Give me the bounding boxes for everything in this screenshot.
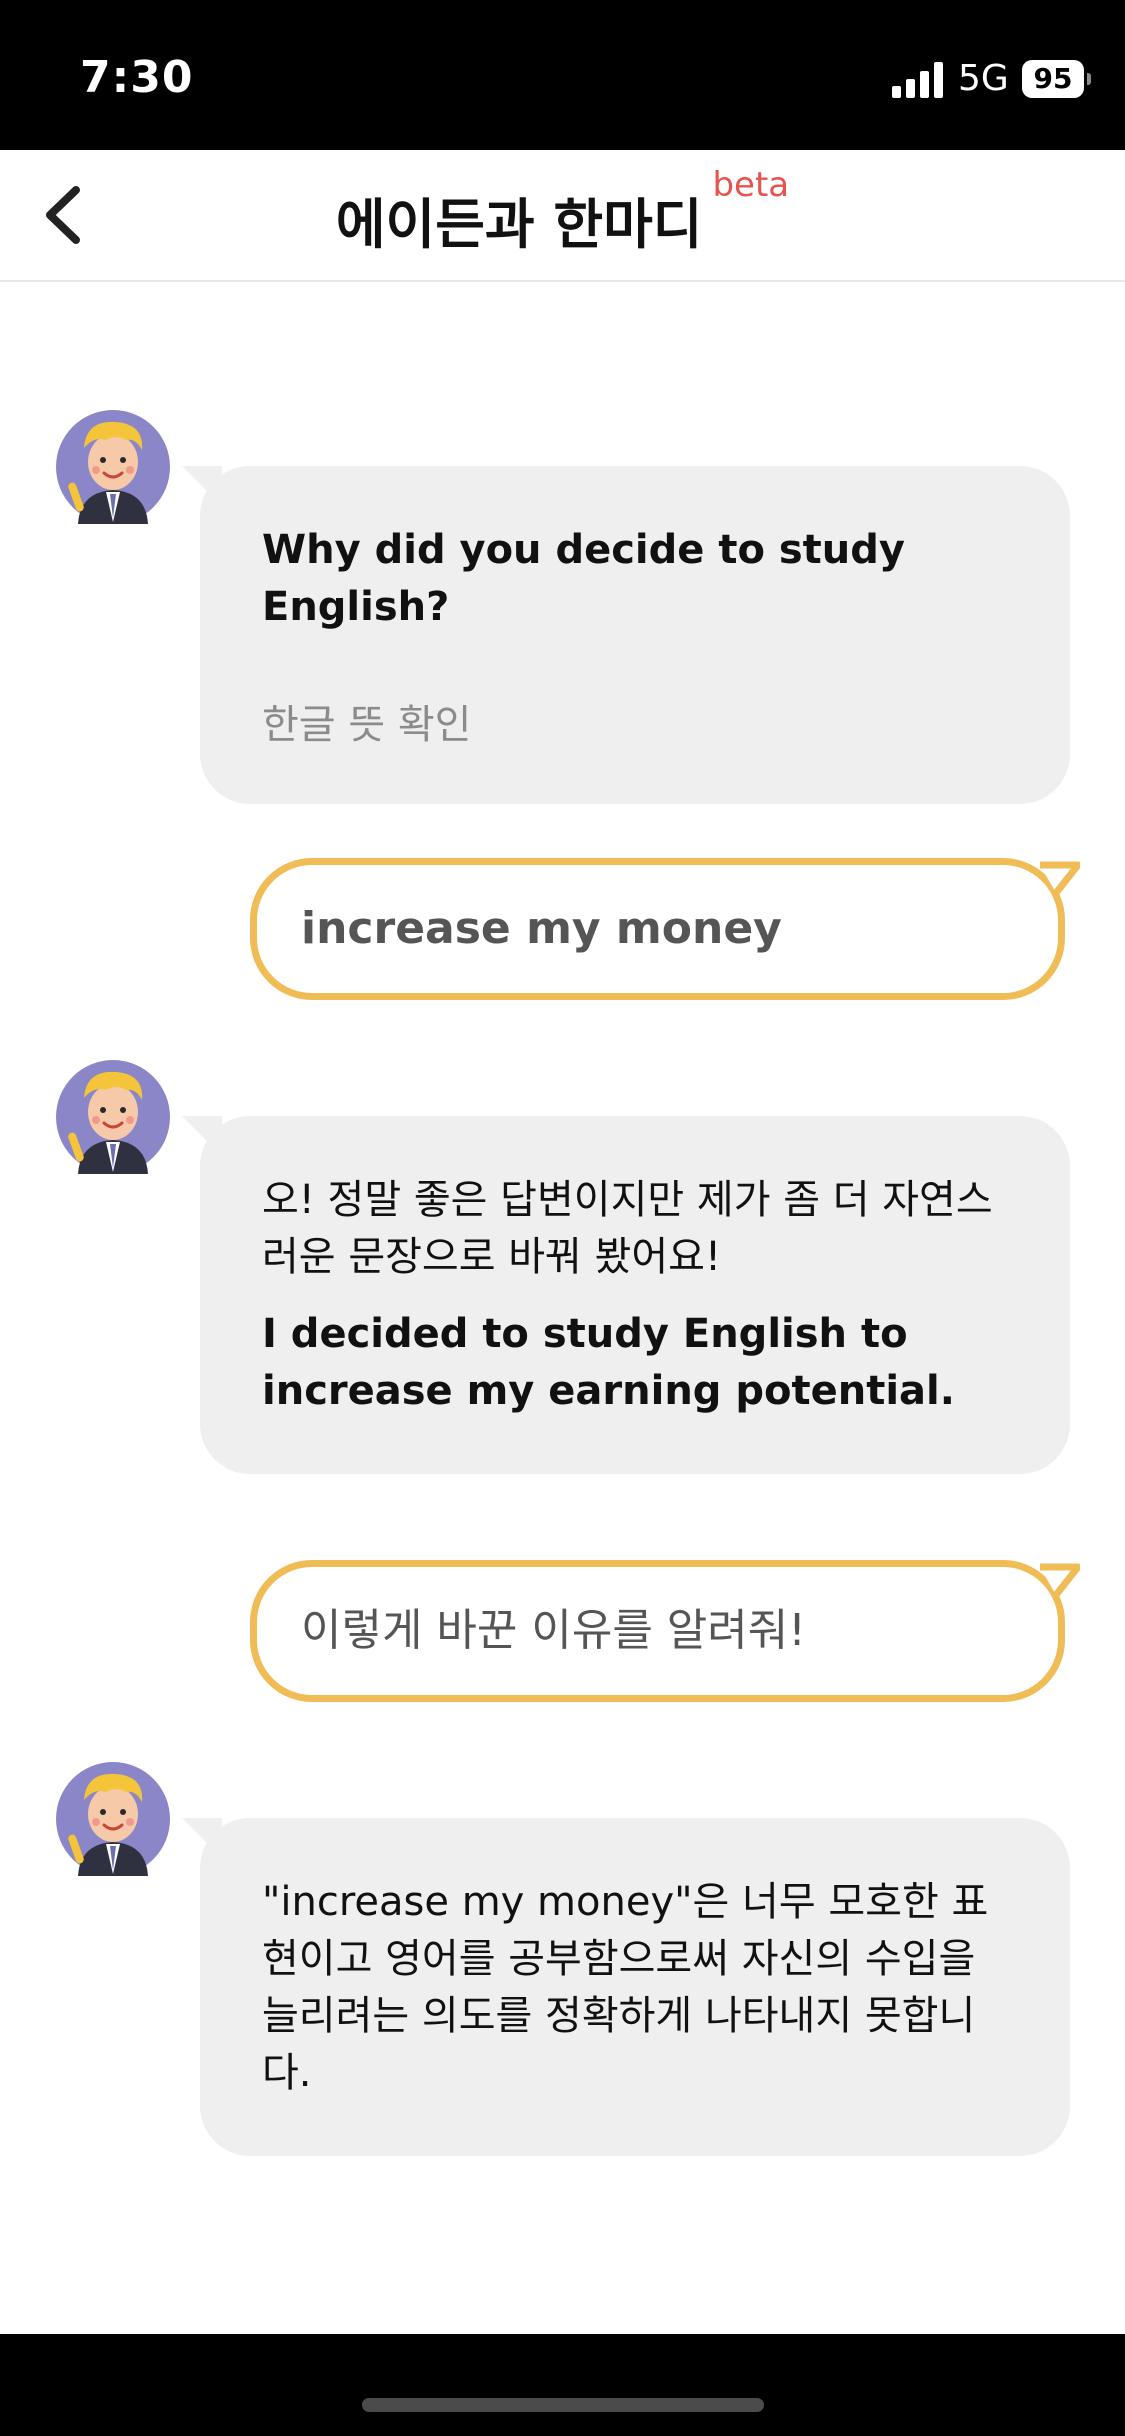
bot-message-bubble: Why did you decide to study English? 한글 … xyxy=(182,466,1070,804)
battery-icon: 95 xyxy=(1022,60,1091,98)
avatar xyxy=(56,1060,170,1174)
network-label: 5G xyxy=(958,58,1009,99)
user-message-text: increase my money xyxy=(301,903,782,954)
avatar xyxy=(56,1762,170,1876)
beta-badge: beta xyxy=(712,165,790,205)
header: 에이든과 한마디beta xyxy=(0,150,1125,282)
bot-message-text: "increase my money"은 너무 모호한 표현이고 영어를 공부함… xyxy=(262,1879,989,2096)
bot-message-bubble: "increase my money"은 너무 모호한 표현이고 영어를 공부함… xyxy=(182,1818,1070,2156)
bot-message-text: Why did you decide to study English? xyxy=(262,527,905,630)
page-title: 에이든과 한마디 xyxy=(335,193,703,256)
signal-icon xyxy=(892,62,944,98)
avatar xyxy=(56,410,170,524)
user-message-bubble: increase my money xyxy=(250,858,1080,1000)
bot-message-korean-text: 오! 정말 좋은 답변이지만 제가 좀 더 자연스러운 문장으로 바꿔 봤어요! xyxy=(262,1177,993,1280)
status-bar: 7:30 5G 95 xyxy=(0,0,1125,150)
user-message-text: 이렇게 바꾼 이유를 알려줘! xyxy=(301,1605,806,1656)
home-bar-area xyxy=(0,2334,1125,2436)
translate-link[interactable]: 한글 뜻 확인 xyxy=(262,692,1008,750)
home-indicator[interactable] xyxy=(362,2398,764,2412)
user-message-bubble: 이렇게 바꾼 이유를 알려줘! xyxy=(250,1560,1080,1702)
bot-message-bubble: 오! 정말 좋은 답변이지만 제가 좀 더 자연스러운 문장으로 바꿔 봤어요!… xyxy=(182,1116,1070,1474)
bot-message-english-text: I decided to study English to increase m… xyxy=(262,1311,955,1414)
status-time: 7:30 xyxy=(80,52,194,103)
